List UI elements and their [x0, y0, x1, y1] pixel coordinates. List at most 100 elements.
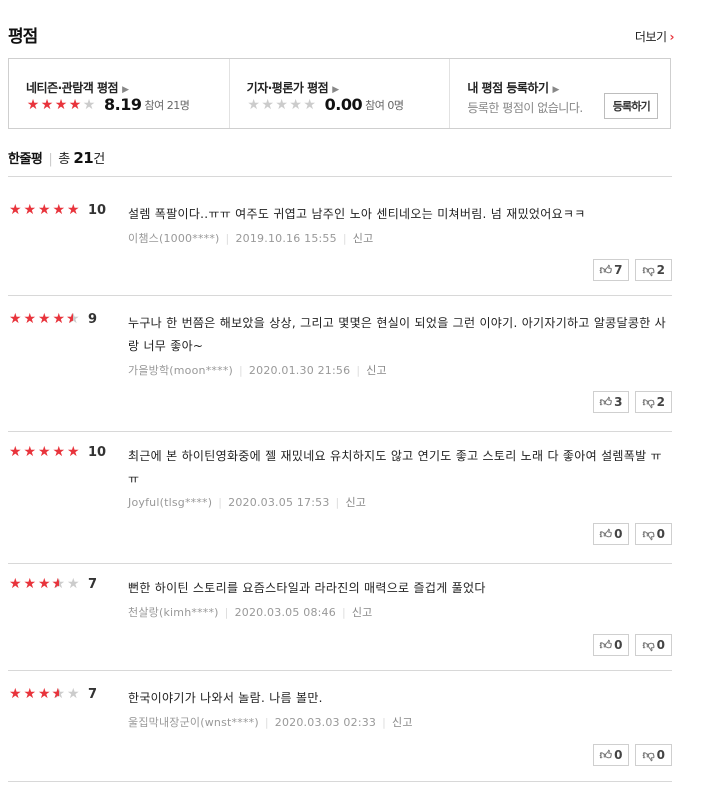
divider: | [341, 606, 346, 619]
report-link[interactable]: 신고 [345, 496, 366, 509]
report-link[interactable]: 신고 [366, 364, 387, 377]
review-meta: 가을방학(moon****) | 2020.01.30 21:56 | 신고 [128, 362, 387, 378]
review-star-rating: ★ ★ ★ ★ ★ [8, 687, 81, 701]
like-button[interactable]: 👍︎ 3 [592, 391, 630, 413]
star-icon: ★ [23, 202, 37, 218]
like-button[interactable]: 👍︎ 0 [592, 523, 630, 545]
triangle-right-icon: ▶ [122, 85, 129, 95]
review-score: 7 [88, 687, 98, 702]
divider [8, 431, 672, 432]
review-user[interactable]: Joyful(tlsg****) [128, 496, 212, 509]
star-icon: ★ [52, 687, 67, 701]
report-link[interactable]: 신고 [352, 606, 373, 619]
star-icon: ★ [52, 444, 66, 460]
more-link[interactable]: 더보기 › [635, 28, 675, 45]
review-star-rating: ★ ★ ★ ★ ★ [8, 203, 81, 217]
like-button[interactable]: 👍︎ 0 [592, 634, 630, 656]
divider: | [356, 364, 361, 377]
critic-score: 0.00 [324, 95, 363, 114]
critic-score-cell: 기자·평론가 평점 ▶ ★ ★ ★ ★ ★ 0.00 참여 0명 [230, 59, 451, 128]
report-link[interactable]: 신고 [353, 232, 374, 245]
star-icon: ★ [40, 96, 54, 113]
review-score: 9 [88, 312, 98, 327]
critic-score-link[interactable]: 기자·평론가 평점 ▶ [247, 79, 339, 96]
triangle-right-icon: ▶ [552, 85, 559, 95]
dislike-count: 0 [656, 638, 665, 652]
review-item: ★ ★ ★ ★ ★ 10 최근에 본 하이틴영화중에 젤 재밌네요 유치하지도 않고 연기도… [8, 445, 672, 563]
star-icon: ★ [8, 444, 22, 460]
review-date: 2020.01.30 21:56 [248, 364, 351, 377]
review-item: ★★★★★9누구나 한 번쯤은 해보았을 상상, 그리고 몇몇은 현실이 되었을… [8, 312, 672, 431]
thumbs-up-icon: 👍︎ [599, 394, 613, 409]
review-text: 한국이야기가 나와서 놀람. 나름 볼만. [128, 691, 323, 705]
star-icon: ★ [37, 576, 51, 592]
star-icon: ★ [275, 96, 288, 113]
star-icon: ★ [23, 686, 37, 702]
review-text: 최근에 본 하이틴영화중에 젤 재밌네요 유치하지도 않고 연기도 좋고 스토리… [128, 449, 662, 486]
star-icon: ★ [8, 311, 22, 327]
star-icon: ★ [261, 96, 274, 113]
critic-participants: 참여 0명 [365, 98, 404, 112]
vote-buttons: 👍︎ 3 👎︎ 2 [592, 391, 672, 413]
review-score: 10 [88, 203, 107, 218]
divider: | [239, 364, 243, 377]
review-star-rating: ★ ★ ★ ★ ★ [8, 445, 81, 459]
register-rating-button[interactable]: 등록하기 [604, 93, 659, 119]
thumbs-down-icon: 👎︎ [642, 394, 655, 409]
divider [8, 563, 672, 564]
total-count: 총 21건 [58, 149, 105, 167]
no-rating-text: 등록한 평점이 없습니다. [467, 101, 583, 115]
dislike-count: 0 [656, 748, 665, 762]
review-item: ★★★★★ 7 한국이야기가 나와서 놀람. 나름 볼만. 울집막내장군이(wnst*… [8, 687, 672, 781]
review-user[interactable]: 가을방학(moon****) [128, 364, 233, 377]
divider [8, 295, 672, 296]
dislike-button[interactable]: 👎︎ 2 [635, 391, 672, 413]
review-item: ★ ★ ★ ★ ★ 10 설렘 폭팔이다..ㅠㅠ 여주도 귀엽고 남주인 노아 센티네오는 … [8, 203, 672, 295]
review-user[interactable]: 천살랑(kimh****) [128, 606, 219, 619]
divider: | [225, 232, 230, 245]
review-date: 2020.03.05 08:46 [234, 606, 336, 619]
review-item: ★★★★★7뻔한 하이틴 스토리를 요즘스타일과 라라진의 매력으로 즐겁게 풀… [8, 577, 672, 670]
star-icon: ★ [23, 444, 37, 460]
my-score-link[interactable]: 내 평점 등록하기 ▶ [467, 79, 559, 96]
dislike-button[interactable]: 👎︎ 0 [635, 523, 672, 545]
thumbs-down-icon: 👎︎ [642, 747, 655, 762]
dislike-button[interactable]: 👎︎ 0 [635, 634, 672, 656]
score-summary-box: 네티즌·관람객 평점 ▶ ★ ★ ★ ★ ★ 8.19 참여 21명 기자·평론가 평점 ▶… [8, 58, 671, 129]
dislike-button[interactable]: 👎︎ 2 [635, 259, 672, 281]
like-button[interactable]: 👍︎ 7 [592, 259, 630, 281]
review-user[interactable]: 울집막내장군이(wnst****) [128, 716, 259, 729]
star-icon: ★ [8, 576, 22, 592]
divider: | [342, 232, 347, 245]
dislike-button[interactable]: 👎︎ 0 [635, 744, 672, 766]
star-icon: ★ [66, 312, 81, 326]
divider: | [224, 606, 229, 619]
like-count: 3 [614, 395, 623, 409]
like-button[interactable]: 👍︎ 0 [592, 744, 630, 766]
dislike-count: 0 [656, 527, 665, 541]
review-meta: 천살랑(kimh****) | 2020.03.05 08:46 | 신고 [128, 604, 373, 620]
section-title: 평점 [8, 27, 38, 47]
netizen-score-link[interactable]: 네티즌·관람객 평점 ▶ [26, 79, 129, 96]
star-icon: ★ [82, 96, 96, 113]
netizen-star-rating: ★ ★ ★ ★ ★ [26, 98, 96, 112]
oneline-label: 한줄평 [8, 152, 43, 167]
star-icon: ★ [37, 202, 51, 218]
star-icon: ★ [54, 96, 68, 113]
thumbs-up-icon: 👍︎ [599, 747, 613, 762]
review-text: 누구나 한 번쯤은 해보았을 상상, 그리고 몇몇은 현실이 되었을 그런 이야… [128, 316, 666, 353]
like-count: 0 [614, 527, 623, 541]
review-score: 10 [88, 445, 107, 460]
vote-buttons: 👍︎ 0 👎︎ 0 [592, 523, 672, 545]
dislike-count: 2 [656, 395, 665, 409]
dislike-count: 2 [656, 263, 665, 277]
report-link[interactable]: 신고 [392, 716, 413, 729]
review-meta: Joyful(tlsg****) | 2020.03.05 17:53 | 신고 [128, 494, 366, 510]
star-icon: ★ [66, 686, 80, 702]
review-user[interactable]: 이챔스(1000****) [128, 232, 220, 245]
star-icon: ★ [289, 96, 302, 113]
critic-star-rating: ★ ★ ★ ★ ★ [247, 98, 317, 112]
like-count: 0 [614, 748, 623, 762]
more-label[interactable]: 더보기 [635, 30, 667, 44]
review-meta: 이챔스(1000****) | 2019.10.16 15:55 | 신고 [128, 230, 373, 246]
